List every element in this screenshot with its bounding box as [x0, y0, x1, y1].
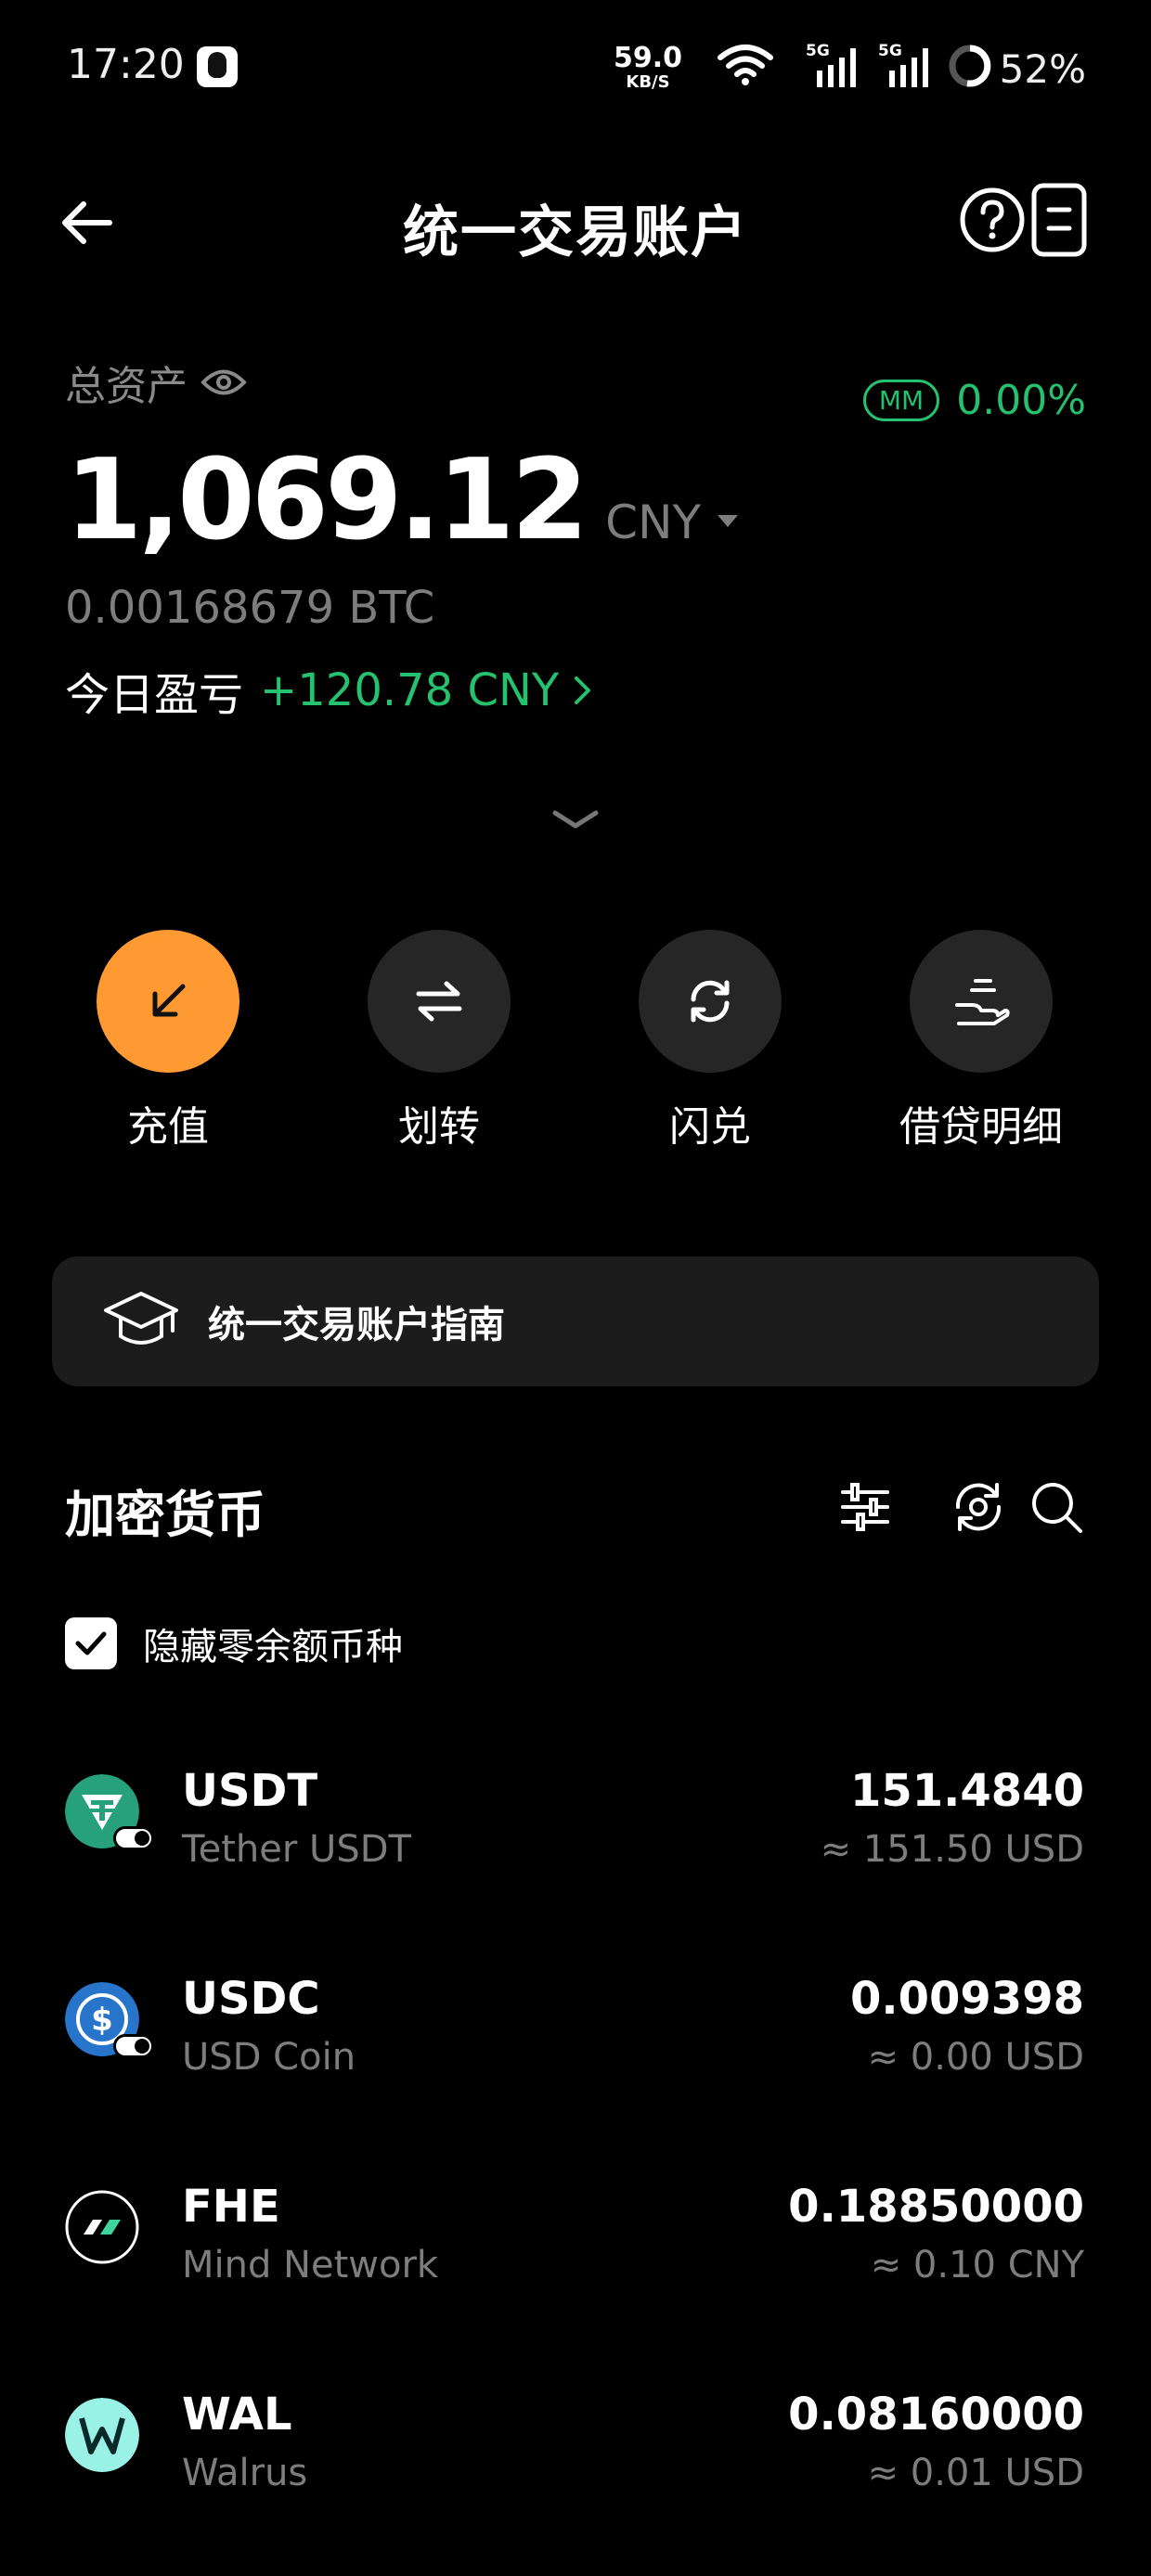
coin-amount: 0.08160000 — [788, 2389, 1084, 2441]
coin-amount: 151.4840 — [849, 1765, 1084, 1817]
app-header: 统一交易账户 — [0, 167, 1151, 278]
swap-label: 闪兑 — [669, 1103, 751, 1151]
transfer-button[interactable] — [368, 930, 511, 1073]
total-assets-section: 总资产 MM 0.00% 1,069.12 CNY 0.00168679 BTC… — [65, 353, 1086, 723]
loan-hand-icon — [955, 979, 1010, 1025]
coin-value: ≈ 0.01 USD — [867, 2452, 1084, 2494]
deposit-label: 充值 — [127, 1103, 209, 1151]
coin-list: USDT Tether USDT 151.4840 ≈ 151.50 USD $… — [0, 1745, 1151, 2576]
eye-icon[interactable] — [200, 367, 247, 398]
deposit-button[interactable] — [97, 930, 239, 1073]
qq-notification-icon — [197, 46, 238, 87]
list-item[interactable]: WAL Walrus 0.08160000 ≈ 0.01 USD — [0, 2368, 1151, 2576]
list-item[interactable]: USDT Tether USDT 151.4840 ≈ 151.50 USD — [0, 1745, 1151, 1952]
coin-symbol: WAL — [182, 2389, 292, 2441]
crypto-section-header: 加密货币 — [65, 1464, 1086, 1548]
todays-pnl-row[interactable]: 今日盈亏 +120.78 CNY — [65, 658, 1086, 723]
mm-badge: MM — [862, 380, 940, 421]
swap-action[interactable]: 闪兑 — [589, 930, 831, 1153]
coin-amount: 0.009398 — [849, 1973, 1084, 2025]
coin-value: ≈ 151.50 USD — [820, 1828, 1084, 1871]
coin-symbol: USDC — [182, 1973, 320, 2025]
graduation-cap-icon — [104, 1292, 178, 1345]
total-assets-label: 总资产 — [65, 363, 188, 410]
signal2-label: 5G — [878, 42, 902, 60]
swap-button[interactable] — [639, 930, 782, 1073]
caret-down-icon[interactable] — [718, 515, 739, 527]
coin-toggle-badge — [113, 1826, 154, 1850]
transfer-label: 划转 — [398, 1103, 480, 1151]
pnl-value: +120.78 CNY — [260, 664, 560, 716]
transfer-action[interactable]: 划转 — [318, 930, 560, 1153]
coin-symbol: FHE — [182, 2181, 280, 2233]
signal-5g-icon-1: 5G — [806, 42, 856, 87]
refresh-search-icon[interactable] — [949, 1477, 1008, 1537]
currency-selector[interactable]: CNY — [605, 496, 701, 549]
chevron-right-icon — [575, 676, 591, 704]
search-icon[interactable] — [1027, 1477, 1086, 1537]
coin-name: Tether USDT — [182, 1828, 411, 1871]
coin-name: Mind Network — [182, 2244, 439, 2286]
network-speed: 59.0 KB/S — [611, 45, 685, 91]
status-bar: 17:20 59.0 KB/S 5G 5G 52% — [0, 0, 1151, 139]
wifi-icon — [718, 45, 773, 85]
hide-zero-balance-toggle[interactable]: 隐藏零余额币种 — [65, 1616, 403, 1670]
records-doc-icon[interactable] — [1030, 182, 1088, 258]
coin-name: Walrus — [182, 2452, 308, 2494]
status-indicators: 59.0 KB/S 5G 5G 52% — [603, 39, 1086, 92]
expand-chevron-down-icon[interactable] — [550, 805, 601, 833]
coin-amount: 0.18850000 — [788, 2181, 1084, 2233]
total-balance: 1,069.12 — [65, 436, 588, 565]
coin-symbol: USDT — [182, 1765, 318, 1817]
wal-coin-icon — [65, 2398, 139, 2472]
crypto-section-title: 加密货币 — [65, 1486, 265, 1544]
account-guide-banner[interactable]: 统一交易账户指南 — [52, 1256, 1099, 1386]
balance-row: 1,069.12 CNY — [65, 436, 1086, 565]
loan-details-label: 借贷明细 — [899, 1103, 1063, 1151]
hide-zero-checkbox[interactable] — [65, 1617, 117, 1669]
list-item[interactable]: FHE Mind Network 0.18850000 ≈ 0.10 CNY — [0, 2160, 1151, 2368]
fhe-coin-icon — [65, 2190, 139, 2264]
net-speed-value: 59.0 — [613, 42, 683, 74]
deposit-action[interactable]: 充值 — [47, 930, 289, 1153]
coin-value: ≈ 0.10 CNY — [870, 2244, 1084, 2286]
coin-value: ≈ 0.00 USD — [867, 2036, 1084, 2079]
battery-percent: 52% — [999, 46, 1086, 92]
signal1-label: 5G — [806, 42, 830, 60]
coin-name: USD Coin — [182, 2036, 356, 2079]
transfer-arrows-icon — [416, 981, 462, 1022]
net-speed-unit: KB/S — [626, 72, 670, 92]
pnl-label: 今日盈亏 — [65, 669, 244, 721]
hide-zero-label: 隐藏零余额币种 — [143, 1626, 403, 1668]
quick-actions: 充值 划转 闪兑 借贷明细 — [0, 930, 1151, 1151]
deposit-arrow-icon — [152, 984, 186, 1017]
list-item[interactable]: $ USDC USD Coin 0.009398 ≈ 0.00 USD — [0, 1952, 1151, 2160]
filter-sliders-icon[interactable] — [835, 1477, 895, 1537]
svg-text:$: $ — [91, 2002, 113, 2039]
status-time: 17:20 — [67, 41, 185, 88]
mm-value: 0.00% — [956, 377, 1086, 424]
margin-ratio[interactable]: MM 0.00% — [862, 377, 1086, 424]
loan-details-button[interactable] — [910, 930, 1053, 1073]
btc-equivalent: 0.00168679 BTC — [65, 582, 435, 634]
coin-toggle-badge — [113, 2034, 154, 2058]
loan-details-action[interactable]: 借贷明细 — [860, 930, 1102, 1153]
signal-5g-icon-2: 5G — [878, 42, 928, 87]
swap-cycle-icon — [691, 980, 730, 1023]
checkmark-icon — [75, 1631, 107, 1655]
battery-ring-icon — [949, 45, 991, 87]
help-icon[interactable] — [958, 186, 1027, 254]
guide-label: 统一交易账户指南 — [208, 1304, 505, 1346]
